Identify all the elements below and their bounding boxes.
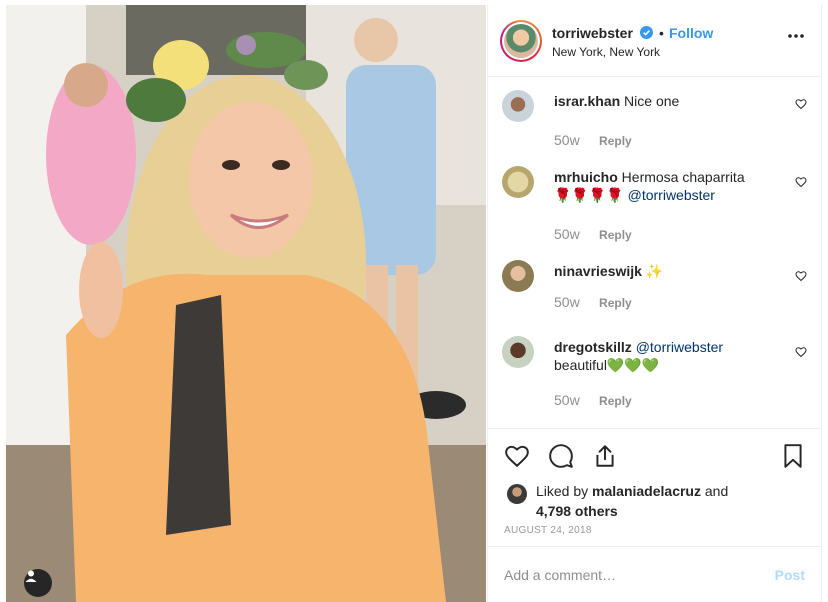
- commenter-username[interactable]: ninavrieswijk: [554, 263, 642, 279]
- comment-mention[interactable]: @torriwebster: [636, 339, 723, 355]
- post-actions: Liked by malaniadelacruz and 4,798 other…: [488, 428, 821, 546]
- heart-icon[interactable]: [795, 270, 807, 282]
- post-header: torriwebster • Follow New York, New York: [488, 5, 821, 77]
- commenter-avatar[interactable]: [502, 166, 534, 198]
- comment-meta: 50w Reply: [554, 226, 632, 242]
- likes-count[interactable]: 4,798 others: [536, 503, 618, 519]
- likes-text: Liked by malaniadelacruz and 4,798 other…: [536, 481, 776, 521]
- reply-button[interactable]: Reply: [599, 134, 632, 148]
- comment-message: ✨: [645, 263, 664, 279]
- liker-avatar[interactable]: [507, 484, 527, 504]
- commenter-avatar[interactable]: [502, 90, 534, 122]
- share-icon[interactable]: [592, 443, 618, 469]
- separator-dot: •: [659, 25, 664, 41]
- user-tag-icon: [25, 570, 37, 582]
- heart-icon[interactable]: [504, 443, 530, 469]
- comment-meta: 50w Reply: [554, 294, 632, 310]
- comment-message: Hermosa chaparrita: [621, 169, 745, 185]
- commenter-avatar[interactable]: [502, 336, 534, 368]
- liker-username[interactable]: malaniadelacruz: [592, 483, 701, 499]
- reply-button[interactable]: Reply: [599, 296, 632, 310]
- commenter-username[interactable]: mrhuicho: [554, 169, 618, 185]
- reply-button[interactable]: Reply: [599, 394, 632, 408]
- post-date[interactable]: AUGUST 24, 2018: [504, 525, 592, 536]
- comment-text: israr.khan Nice one: [554, 92, 784, 110]
- follow-button[interactable]: Follow: [669, 25, 713, 41]
- comment-meta: 50w Reply: [554, 132, 632, 148]
- comment-text: mrhuicho Hermosa chaparrita 🌹🌹🌹🌹 @torriw…: [554, 168, 784, 204]
- comment-icon[interactable]: [548, 443, 574, 469]
- commenter-username[interactable]: israr.khan: [554, 93, 620, 109]
- comment-time: 50w: [554, 392, 580, 408]
- comment-message: Nice one: [624, 93, 680, 109]
- reply-button[interactable]: Reply: [599, 228, 632, 242]
- comment-meta: 50w Reply: [554, 392, 632, 408]
- comment-mention[interactable]: @torriwebster: [628, 187, 715, 203]
- verified-icon: [640, 26, 653, 39]
- comment-message: beautiful💚💚💚: [554, 357, 660, 373]
- comments-list: israr.khan Nice one 50w Reply mrhuicho H…: [488, 78, 821, 428]
- post-comment-button[interactable]: Post: [775, 567, 805, 583]
- more-icon[interactable]: [787, 33, 805, 39]
- commenter-username[interactable]: dregotskillz: [554, 339, 632, 355]
- comment-item: israr.khan Nice one 50w Reply: [502, 90, 807, 160]
- author-username[interactable]: torriwebster: [552, 25, 633, 41]
- comment-time: 50w: [554, 294, 580, 310]
- add-comment-bar: Post: [488, 546, 821, 602]
- heart-icon[interactable]: [795, 346, 807, 358]
- liked-by-label: Liked by: [536, 483, 589, 499]
- heart-icon[interactable]: [795, 98, 807, 110]
- comment-text: dregotskillz @torriwebster beautiful💚💚💚: [554, 338, 784, 374]
- comment-item: mrhuicho Hermosa chaparrita 🌹🌹🌹🌹 @torriw…: [502, 166, 807, 254]
- heart-icon[interactable]: [795, 176, 807, 188]
- bookmark-icon[interactable]: [780, 443, 806, 469]
- photo-illustration: [6, 5, 486, 602]
- comment-emoji: 🌹🌹🌹🌹: [554, 187, 624, 203]
- author-avatar[interactable]: [500, 20, 542, 62]
- comment-input[interactable]: [504, 563, 744, 587]
- commenter-avatar[interactable]: [502, 260, 534, 292]
- comment-item: dregotskillz @torriwebster beautiful💚💚💚 …: [502, 336, 807, 424]
- comment-item: ninavrieswijk ✨ 50w Reply: [502, 260, 807, 330]
- likes-and: and: [704, 483, 729, 499]
- comment-time: 50w: [554, 132, 580, 148]
- post-photo[interactable]: [6, 5, 486, 602]
- post-location[interactable]: New York, New York: [552, 45, 660, 59]
- comment-text: ninavrieswijk ✨: [554, 262, 784, 280]
- user-tag-button[interactable]: [24, 569, 52, 597]
- comment-time: 50w: [554, 226, 580, 242]
- post-side-panel: torriwebster • Follow New York, New York…: [487, 5, 822, 602]
